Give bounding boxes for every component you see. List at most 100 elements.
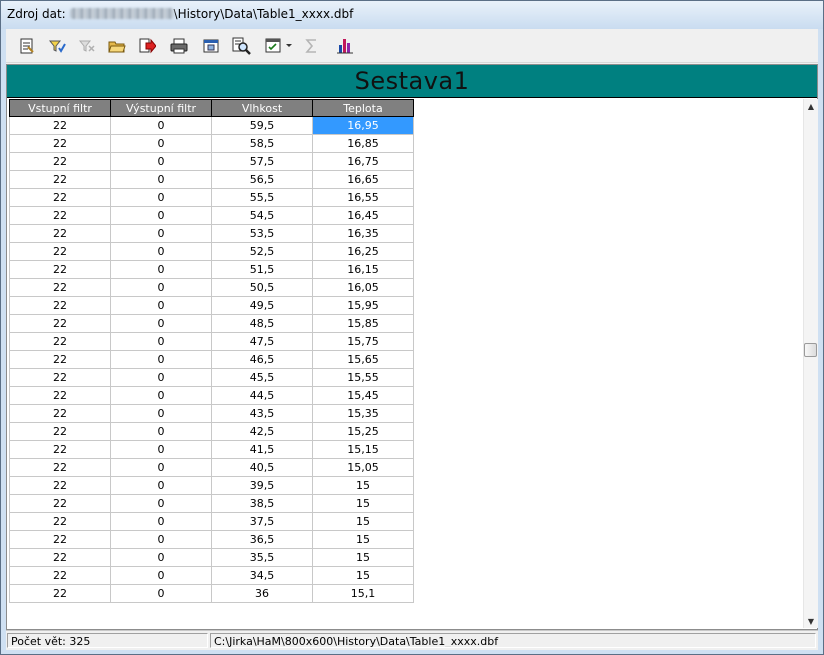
cell-vstupni-filtr[interactable]: 22 — [9, 242, 111, 261]
cell-teplota[interactable]: 15 — [312, 476, 414, 495]
cell-vstupni-filtr[interactable]: 22 — [9, 422, 111, 441]
cell-vstupni-filtr[interactable]: 22 — [9, 386, 111, 405]
cell-vlhkost[interactable]: 58,5 — [211, 134, 313, 153]
cell-vstupni-filtr[interactable]: 22 — [9, 116, 111, 135]
cell-vlhkost[interactable]: 56,5 — [211, 170, 313, 189]
cell-vystupni-filtr[interactable]: 0 — [110, 188, 212, 207]
cell-teplota[interactable]: 15,25 — [312, 422, 414, 441]
cell-vstupni-filtr[interactable]: 22 — [9, 134, 111, 153]
cell-teplota[interactable]: 16,25 — [312, 242, 414, 261]
table-row[interactable]: 22 0 46,5 15,65 — [9, 350, 414, 369]
cell-vstupni-filtr[interactable]: 22 — [9, 170, 111, 189]
cell-teplota[interactable]: 15,85 — [312, 314, 414, 333]
cell-vstupni-filtr[interactable]: 22 — [9, 404, 111, 423]
cell-vstupni-filtr[interactable]: 22 — [9, 224, 111, 243]
cell-vstupni-filtr[interactable]: 22 — [9, 458, 111, 477]
cell-vystupni-filtr[interactable]: 0 — [110, 404, 212, 423]
cell-vystupni-filtr[interactable]: 0 — [110, 206, 212, 225]
column-header-vstupni-filtr[interactable]: Vstupní filtr — [9, 99, 111, 117]
cell-vlhkost[interactable]: 39,5 — [211, 476, 313, 495]
table-row[interactable]: 22 0 38,5 15 — [9, 494, 414, 513]
column-header-vystupni-filtr[interactable]: Výstupní filtr — [110, 99, 212, 117]
cell-vstupni-filtr[interactable]: 22 — [9, 206, 111, 225]
cell-vlhkost[interactable]: 38,5 — [211, 494, 313, 513]
cell-teplota[interactable]: 16,85 — [312, 134, 414, 153]
cell-vystupni-filtr[interactable]: 0 — [110, 224, 212, 243]
report-properties-button[interactable] — [16, 36, 38, 56]
cell-teplota[interactable]: 15,65 — [312, 350, 414, 369]
cell-vstupni-filtr[interactable]: 22 — [9, 512, 111, 531]
cell-vystupni-filtr[interactable]: 0 — [110, 296, 212, 315]
cell-vstupni-filtr[interactable]: 22 — [9, 530, 111, 549]
table-row[interactable]: 22 0 58,5 16,85 — [9, 134, 414, 153]
cell-vystupni-filtr[interactable]: 0 — [110, 332, 212, 351]
table-row[interactable]: 22 0 51,5 16,15 — [9, 260, 414, 279]
cell-vlhkost[interactable]: 36,5 — [211, 530, 313, 549]
cell-vlhkost[interactable]: 44,5 — [211, 386, 313, 405]
cell-vstupni-filtr[interactable]: 22 — [9, 278, 111, 297]
cell-vstupni-filtr[interactable]: 22 — [9, 494, 111, 513]
vertical-scrollbar[interactable]: ▲ ▼ — [803, 99, 818, 628]
cell-vlhkost[interactable]: 34,5 — [211, 566, 313, 585]
table-row[interactable]: 22 0 35,5 15 — [9, 548, 414, 567]
table-row[interactable]: 22 0 53,5 16,35 — [9, 224, 414, 243]
table-row[interactable]: 22 0 44,5 15,45 — [9, 386, 414, 405]
cell-vstupni-filtr[interactable]: 22 — [9, 566, 111, 585]
cell-vlhkost[interactable]: 36 — [211, 584, 313, 603]
cell-vstupni-filtr[interactable]: 22 — [9, 548, 111, 567]
cell-teplota[interactable]: 15 — [312, 530, 414, 549]
cell-vystupni-filtr[interactable]: 0 — [110, 242, 212, 261]
cell-vystupni-filtr[interactable]: 0 — [110, 548, 212, 567]
cell-vlhkost[interactable]: 37,5 — [211, 512, 313, 531]
cell-vystupni-filtr[interactable]: 0 — [110, 494, 212, 513]
print-button[interactable] — [168, 36, 190, 56]
table-row[interactable]: 22 0 47,5 15,75 — [9, 332, 414, 351]
table-row[interactable]: 22 0 41,5 15,15 — [9, 440, 414, 459]
cell-vystupni-filtr[interactable]: 0 — [110, 440, 212, 459]
cell-vlhkost[interactable]: 53,5 — [211, 224, 313, 243]
cell-vlhkost[interactable]: 41,5 — [211, 440, 313, 459]
open-button[interactable] — [106, 36, 128, 56]
cell-vlhkost[interactable]: 35,5 — [211, 548, 313, 567]
column-header-vlhkost[interactable]: Vlhkost — [211, 99, 313, 117]
cell-teplota[interactable]: 16,15 — [312, 260, 414, 279]
cell-teplota[interactable]: 15,75 — [312, 332, 414, 351]
cell-vlhkost[interactable]: 55,5 — [211, 188, 313, 207]
cell-teplota[interactable]: 15,05 — [312, 458, 414, 477]
cell-vystupni-filtr[interactable]: 0 — [110, 566, 212, 585]
table-row[interactable]: 22 0 39,5 15 — [9, 476, 414, 495]
sum-button[interactable] — [301, 36, 323, 56]
cell-vystupni-filtr[interactable]: 0 — [110, 350, 212, 369]
export-button[interactable] — [136, 36, 158, 56]
cell-vstupni-filtr[interactable]: 22 — [9, 314, 111, 333]
table-row[interactable]: 22 0 40,5 15,05 — [9, 458, 414, 477]
chart-button[interactable] — [334, 36, 356, 56]
cell-vlhkost[interactable]: 43,5 — [211, 404, 313, 423]
cell-teplota[interactable]: 16,75 — [312, 152, 414, 171]
selected-cell[interactable]: 16,95 — [312, 116, 414, 135]
column-header-teplota[interactable]: Teplota — [312, 99, 414, 117]
cell-teplota[interactable]: 15 — [312, 512, 414, 531]
cell-teplota[interactable]: 16,45 — [312, 206, 414, 225]
cell-vstupni-filtr[interactable]: 22 — [9, 332, 111, 351]
cell-teplota[interactable]: 16,05 — [312, 278, 414, 297]
table-row[interactable]: 22 0 49,5 15,95 — [9, 296, 414, 315]
table-row[interactable]: 22 0 45,5 15,55 — [9, 368, 414, 387]
cell-teplota[interactable]: 15,45 — [312, 386, 414, 405]
cell-vystupni-filtr[interactable]: 0 — [110, 512, 212, 531]
cell-teplota[interactable]: 15,95 — [312, 296, 414, 315]
cell-vlhkost[interactable]: 57,5 — [211, 152, 313, 171]
cell-teplota[interactable]: 15,15 — [312, 440, 414, 459]
cell-vstupni-filtr[interactable]: 22 — [9, 188, 111, 207]
cell-vlhkost[interactable]: 46,5 — [211, 350, 313, 369]
cell-vlhkost[interactable]: 42,5 — [211, 422, 313, 441]
scroll-up-arrow-icon[interactable]: ▲ — [804, 99, 818, 113]
cell-vystupni-filtr[interactable]: 0 — [110, 476, 212, 495]
cell-vstupni-filtr[interactable]: 22 — [9, 260, 111, 279]
table-row[interactable]: 22 0 56,5 16,65 — [9, 170, 414, 189]
cell-teplota[interactable]: 15,1 — [312, 584, 414, 603]
table-row[interactable]: 22 0 37,5 15 — [9, 512, 414, 531]
table-row[interactable]: 22 0 34,5 15 — [9, 566, 414, 585]
cell-vystupni-filtr[interactable]: 0 — [110, 134, 212, 153]
table-row[interactable]: 22 0 55,5 16,55 — [9, 188, 414, 207]
